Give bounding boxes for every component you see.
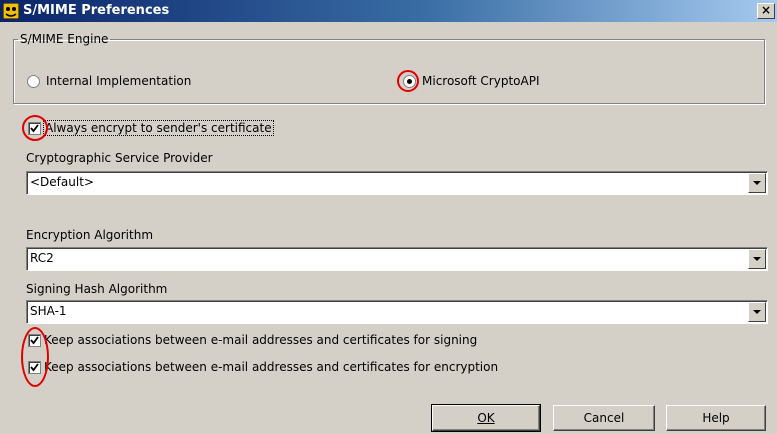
- smime-engine-group: S/MIME Engine: [13, 32, 765, 104]
- radio-circle-icon[interactable]: [27, 74, 40, 88]
- checkbox-always-encrypt[interactable]: Always encrypt to sender's certificate: [28, 120, 274, 136]
- encryption-algorithm-dropdown[interactable]: RC2: [26, 247, 768, 271]
- annotation-circle-keep-associations: [21, 327, 49, 387]
- csp-value: <Default>: [30, 175, 94, 189]
- ok-button-label: OK: [477, 411, 495, 425]
- signing-hash-value: SHA-1: [30, 304, 67, 318]
- keep-signing-label: Keep associations between e-mail address…: [44, 333, 478, 347]
- smime-engine-legend: S/MIME Engine: [20, 32, 109, 46]
- signing-hash-dropdown[interactable]: SHA-1: [26, 300, 768, 324]
- encryption-algorithm-value: RC2: [30, 251, 54, 265]
- ok-button[interactable]: OK: [431, 404, 541, 432]
- chevron-down-icon[interactable]: [748, 249, 766, 269]
- radio-internal-implementation[interactable]: Internal Implementation: [27, 74, 191, 88]
- encryption-algorithm-label: Encryption Algorithm: [26, 228, 154, 242]
- checkbox-keep-signing[interactable]: Keep associations between e-mail address…: [28, 333, 477, 347]
- signing-hash-label: Signing Hash Algorithm: [26, 282, 168, 296]
- cancel-button[interactable]: Cancel: [553, 405, 655, 431]
- keep-encryption-label: Keep associations between e-mail address…: [44, 360, 499, 374]
- chevron-down-icon[interactable]: [748, 302, 766, 322]
- close-button[interactable]: ×: [757, 3, 775, 19]
- always-encrypt-label: Always encrypt to sender's certificate: [43, 120, 274, 136]
- title-bar[interactable]: S/MIME Preferences ×: [0, 0, 777, 22]
- radio-microsoft-cryptoapi[interactable]: Microsoft CryptoAPI: [403, 74, 540, 88]
- annotation-circle-cryptoapi: [397, 70, 419, 92]
- cancel-button-label: Cancel: [583, 411, 625, 425]
- chevron-down-icon[interactable]: [748, 173, 766, 193]
- csp-label: Cryptographic Service Provider: [26, 151, 213, 165]
- annotation-circle-always-encrypt: [22, 115, 48, 141]
- help-button[interactable]: Help: [666, 405, 766, 431]
- checkbox-keep-encryption[interactable]: Keep associations between e-mail address…: [28, 360, 498, 374]
- csp-dropdown[interactable]: <Default>: [26, 171, 768, 195]
- window-title: S/MIME Preferences: [23, 3, 170, 18]
- radio-cryptoapi-label: Microsoft CryptoAPI: [422, 74, 540, 88]
- radio-internal-label: Internal Implementation: [46, 74, 192, 88]
- help-button-label: Help: [702, 411, 730, 425]
- app-icon: [2, 2, 20, 20]
- close-icon: ×: [760, 3, 772, 17]
